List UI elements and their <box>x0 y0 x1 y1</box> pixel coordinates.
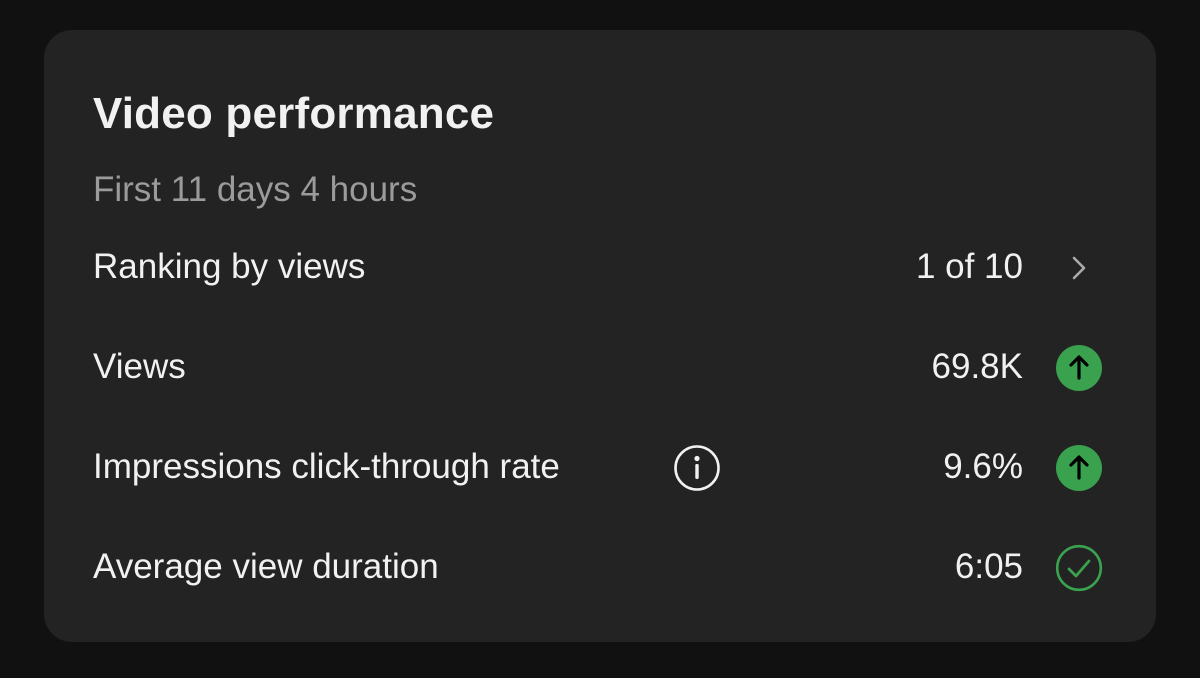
metric-value: 6:05 <box>954 547 1023 586</box>
metric-label: Ranking by views <box>93 247 366 286</box>
card-title: Video performance <box>93 89 495 138</box>
impressions-ctr-row: Impressions click-through rate 9.6% <box>44 432 1156 502</box>
metric-label: Impressions click-through rate <box>93 447 560 486</box>
metric-label: Views <box>93 347 186 386</box>
metric-label: Average view duration <box>93 547 439 586</box>
arrow-up-icon <box>1056 345 1102 391</box>
metric-value: 1 of 10 <box>915 247 1023 286</box>
chevron-right-icon[interactable] <box>1055 244 1103 292</box>
info-icon[interactable] <box>673 444 721 492</box>
checkmark-circle-icon <box>1055 544 1103 592</box>
video-performance-card: Video performance First 11 days 4 hours … <box>44 30 1156 642</box>
arrow-up-icon <box>1056 445 1102 491</box>
views-row: Views 69.8K <box>44 332 1156 402</box>
metric-value: 9.6% <box>943 447 1023 486</box>
ranking-by-views-row[interactable]: Ranking by views 1 of 10 <box>44 232 1156 302</box>
card-subtitle: First 11 days 4 hours <box>93 170 418 209</box>
average-view-duration-row: Average view duration 6:05 <box>44 532 1156 602</box>
metric-value: 69.8K <box>931 347 1023 386</box>
